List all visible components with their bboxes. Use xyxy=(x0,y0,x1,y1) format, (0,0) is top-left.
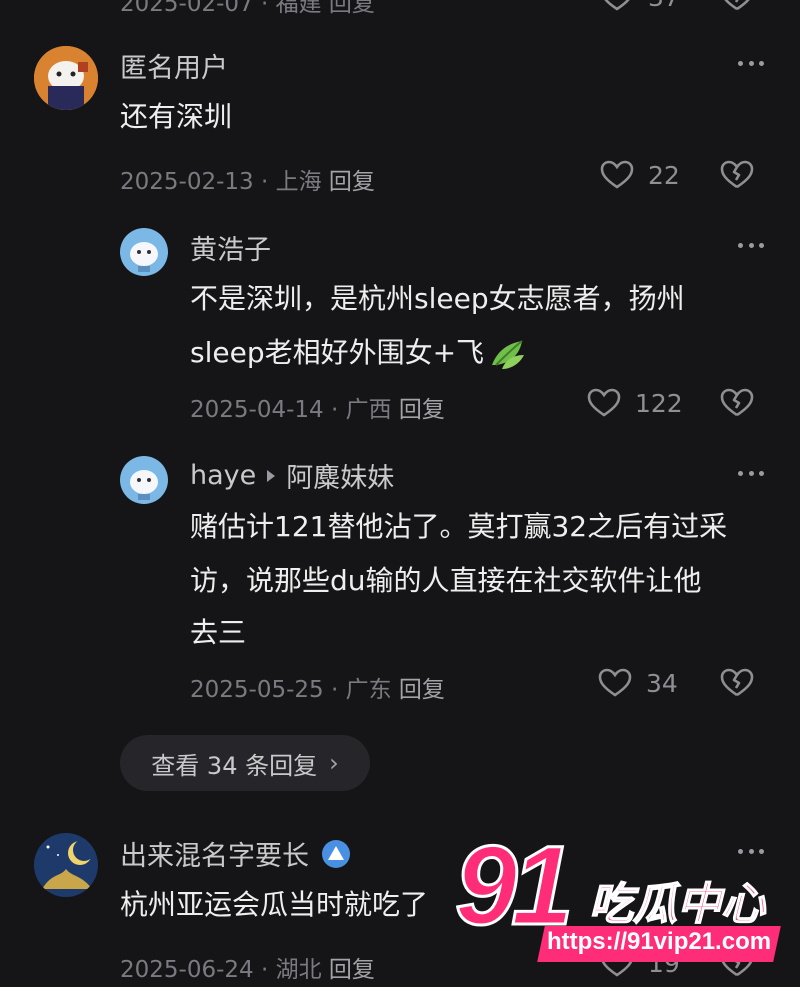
comment-text: 还有深圳 xyxy=(120,100,233,133)
comment-meta: 2025-06-24 · 湖北 回复 xyxy=(120,957,375,983)
comment-header: 出来混名字要长 xyxy=(120,834,351,873)
heart-icon xyxy=(587,388,621,417)
like-count: 34 xyxy=(646,668,678,698)
avatar-image xyxy=(34,46,98,110)
username[interactable]: 出来混名字要长 xyxy=(120,834,309,873)
comment-date: 2025-02-13 xyxy=(120,169,254,195)
comment-date: 2025-06-24 xyxy=(120,957,254,983)
comment-meta: 2025-02-13 · 上海 回复 xyxy=(120,169,375,195)
comment-text-line: 去三 xyxy=(190,616,247,649)
watermark-url: https://91vip21.com xyxy=(547,928,772,955)
like-count: 37 xyxy=(648,0,680,12)
comment-date: 2025-05-25 xyxy=(190,677,324,703)
view-more-replies-label: 查看 34 条回复 xyxy=(151,751,318,780)
comment-location: 广东 xyxy=(345,677,392,703)
username[interactable]: haye xyxy=(190,460,256,491)
broken-heart-icon[interactable] xyxy=(720,160,754,190)
comment-meta: 2025-04-14 · 广西 回复 xyxy=(190,397,445,423)
broken-heart-icon[interactable] xyxy=(720,0,754,12)
avatar[interactable] xyxy=(120,228,168,276)
broken-heart-icon[interactable] xyxy=(720,668,754,698)
comment-text-line: 赌估计121替他沾了。莫打赢32之后有过采 xyxy=(190,510,728,543)
username[interactable]: 匿名用户 xyxy=(120,46,228,85)
like-count: 122 xyxy=(635,388,683,418)
heart-icon xyxy=(604,0,630,11)
comment-text-line: sleep老相好外围女+飞 xyxy=(190,326,528,380)
reply-button[interactable]: 回复 xyxy=(399,397,445,423)
reply-button[interactable]: 回复 xyxy=(329,957,375,983)
avatar[interactable] xyxy=(34,46,98,110)
leaf-emoji-icon xyxy=(492,340,525,369)
avatar[interactable] xyxy=(34,833,98,897)
reply-to-username[interactable]: 阿麋妹妹 xyxy=(286,456,394,495)
view-more-replies-button[interactable]: 查看 34 条回复 › xyxy=(120,735,370,791)
reply-button[interactable]: 回复 xyxy=(329,169,375,195)
avatar-image xyxy=(120,228,168,276)
avatar-image xyxy=(34,833,98,897)
reply-arrow-icon xyxy=(267,469,276,482)
avatar[interactable] xyxy=(120,456,168,504)
comment-location: 上海 xyxy=(275,169,322,195)
more-icon[interactable] xyxy=(738,58,764,68)
more-icon[interactable] xyxy=(738,240,764,250)
verified-badge-icon xyxy=(322,839,350,868)
watermark-brand: 吃瓜中心 xyxy=(588,878,766,931)
comment-text-line: 不是深圳，是杭州sleep女志愿者，扬州 xyxy=(190,282,685,315)
chevron-right-icon: › xyxy=(329,749,339,777)
broken-heart-icon[interactable] xyxy=(720,388,754,418)
like-button[interactable]: 34 xyxy=(598,668,678,698)
watermark: 91 吃瓜中心 https://91vip21.com xyxy=(454,828,790,968)
comment-text-line: 访，说那些du输的人直接在社交软件让他 xyxy=(190,564,702,597)
comment-date: 2025-04-14 xyxy=(190,397,324,423)
like-button[interactable]: 22 xyxy=(600,160,680,190)
comment-location: 广西 xyxy=(345,397,392,423)
comment-meta: 2025-05-25 · 广东 回复 xyxy=(190,677,445,703)
like-button[interactable]: 122 xyxy=(587,388,683,418)
top-partial-like[interactable]: 37 xyxy=(600,0,680,12)
more-icon[interactable] xyxy=(738,468,764,478)
username[interactable]: 黄浩子 xyxy=(190,228,271,267)
heart-icon xyxy=(600,160,634,189)
reply-button[interactable]: 回复 xyxy=(399,677,445,703)
reply-header: haye 阿麋妹妹 xyxy=(190,456,394,495)
comment-location: 湖北 xyxy=(275,957,322,983)
heart-icon xyxy=(598,668,632,697)
top-partial-meta: 2025-02-07 · 福建 回复 xyxy=(120,0,375,17)
like-count: 22 xyxy=(648,160,680,190)
comment-text: 杭州亚运会瓜当时就吃了 xyxy=(120,888,429,921)
avatar-image xyxy=(120,456,168,504)
